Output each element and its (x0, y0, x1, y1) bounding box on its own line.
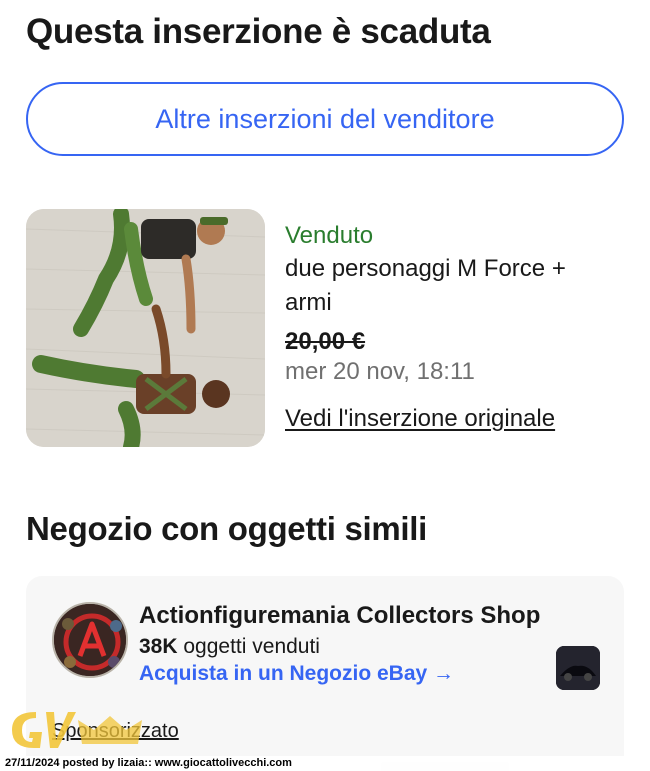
item-price: 20,00 € (285, 328, 366, 355)
item-date: mer 20 nov, 18:11 (285, 358, 475, 385)
watermark-logo (6, 706, 146, 754)
footer-caption: 27/11/2024 posted by lizaia:: www.giocat… (5, 757, 292, 769)
item-photo[interactable] (26, 209, 265, 447)
store-item-thumbnail[interactable] (556, 646, 600, 690)
sold-count-label: oggetti venduti (183, 635, 320, 658)
sold-status: Venduto (285, 222, 374, 249)
other-listings-button[interactable]: Altre inserzioni del venditore (26, 82, 624, 156)
sold-count-value: 38K (139, 635, 178, 658)
store-logo-icon (52, 602, 128, 678)
store-name[interactable]: Actionfiguremania Collectors Shop (139, 602, 540, 630)
store-sold-count: 38K oggetti venduti (139, 635, 320, 659)
similar-stores-heading: Negozio con oggetti simili (26, 510, 428, 547)
page-title: Questa inserzione è scaduta (26, 12, 491, 51)
view-original-listing-link[interactable]: Vedi l'inserzione originale (285, 405, 555, 433)
shop-in-store-link[interactable]: Acquista in un Negozio eBay → (139, 662, 454, 686)
item-title: due personaggi M Force + armi (285, 255, 566, 316)
